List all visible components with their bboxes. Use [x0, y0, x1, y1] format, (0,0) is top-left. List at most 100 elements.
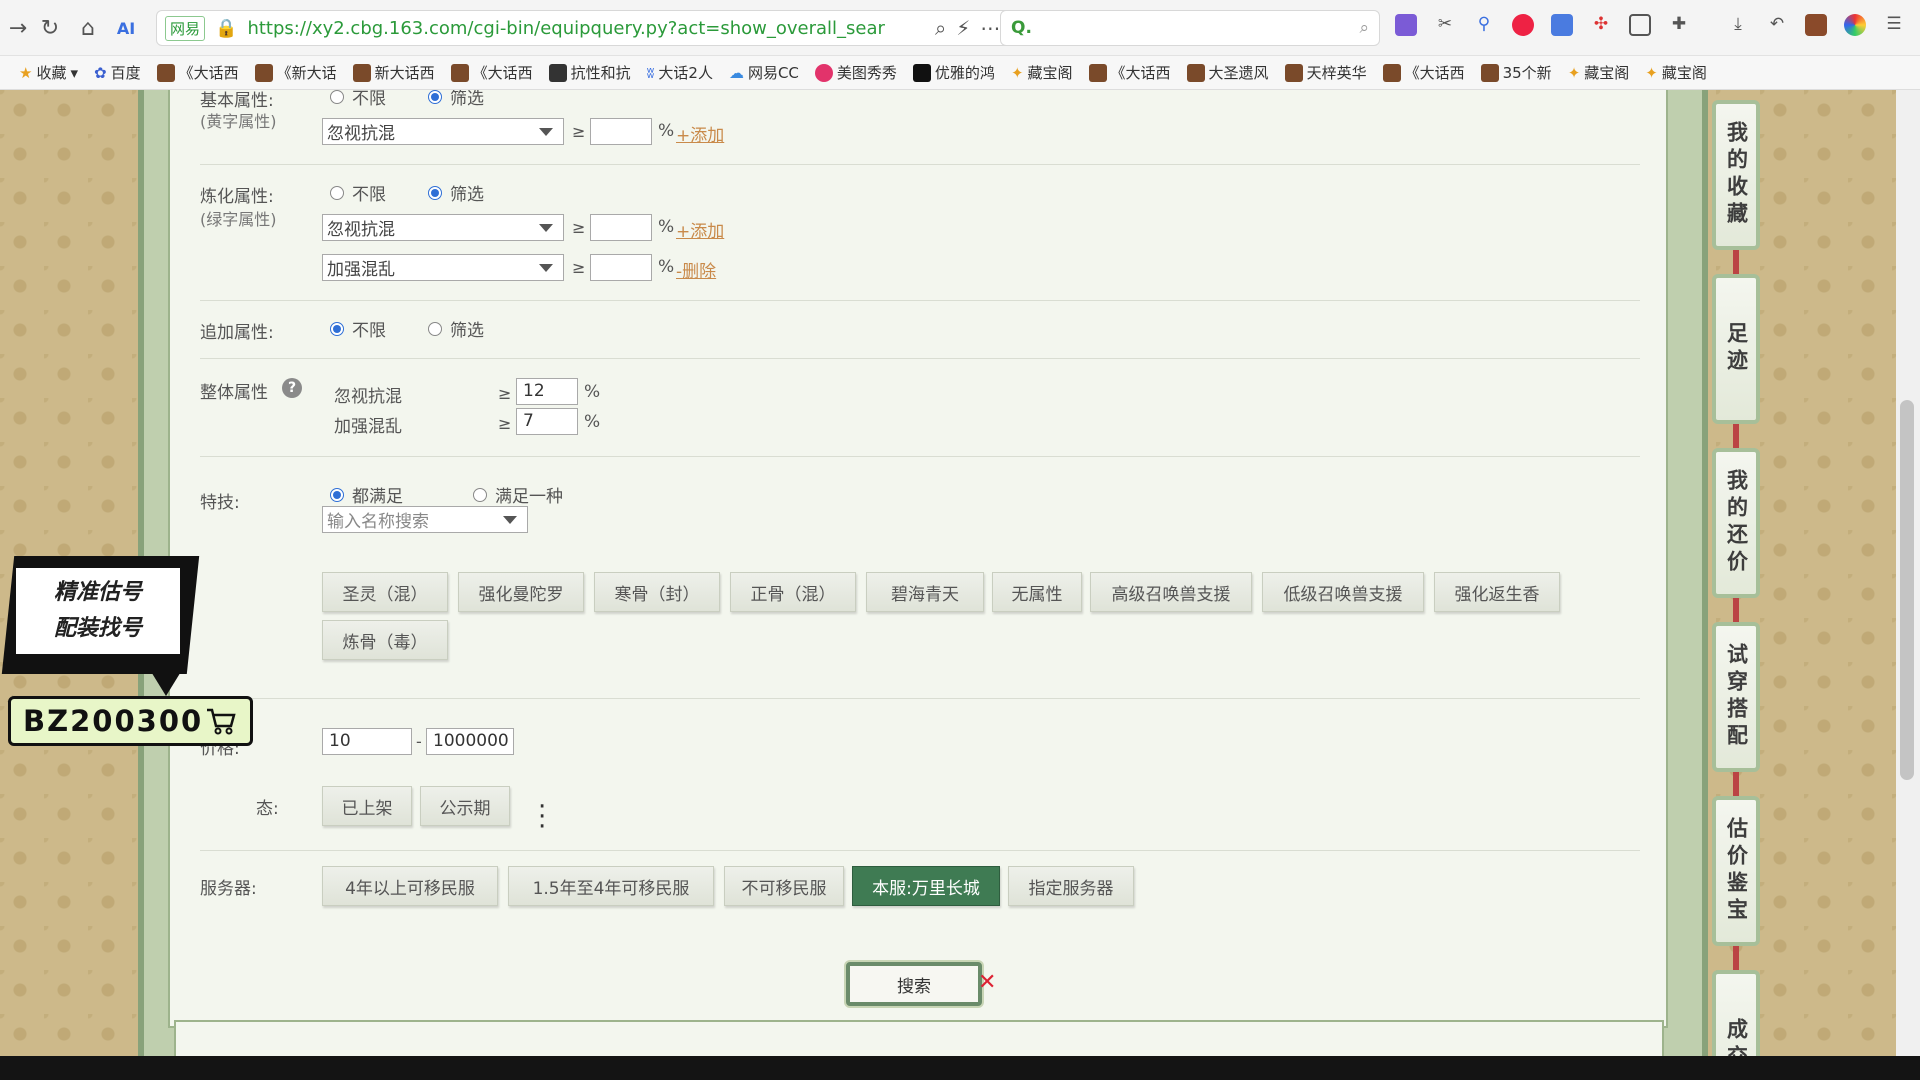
bookmark-item[interactable]: 《大话西 [152, 62, 244, 83]
overall-value-input[interactable]: 12 [516, 378, 578, 405]
bookmark-item[interactable]: 新大话西 [348, 62, 440, 83]
skill-tag-button[interactable]: 无属性 [992, 572, 1082, 612]
help-icon[interactable]: ? [282, 378, 302, 398]
skill-tag-button[interactable]: 寒骨（封） [594, 572, 720, 612]
radio-dot[interactable] [330, 90, 344, 104]
briefcase-icon[interactable] [1805, 14, 1827, 36]
basic-attr-value-input[interactable] [590, 118, 652, 145]
home-icon[interactable]: ⌂ [70, 10, 106, 46]
refine-add-link[interactable]: +添加 [676, 217, 724, 242]
bookmark-item[interactable]: ✦ 藏宝阁 [1563, 62, 1635, 83]
radio-dot[interactable] [428, 185, 442, 200]
bookmark-item[interactable]: 35个新 [1476, 62, 1557, 83]
extra-radio-filter[interactable]: 筛选 [428, 316, 484, 341]
refine-attr-select-2[interactable]: 加强混乱 [322, 254, 564, 281]
side-nav-favorites[interactable]: 我的收藏 [1712, 100, 1760, 250]
bookmark-item[interactable]: ★ 收藏 ▾ [14, 62, 83, 83]
bookmark-item[interactable]: 天梓英华 [1280, 62, 1372, 83]
window-ext-icon[interactable] [1629, 14, 1651, 36]
bookmark-item[interactable]: 大圣遗风 [1182, 62, 1274, 83]
bookmark-item[interactable]: ✦ 藏宝阁 [1006, 62, 1078, 83]
skill-tag-button[interactable]: 碧海青天 [866, 572, 984, 612]
search-button[interactable]: 搜索 [846, 962, 982, 1006]
status-button[interactable]: 公示期 [420, 786, 510, 826]
radio-dot[interactable] [330, 321, 344, 336]
bookmark-item[interactable]: 《大话西 [1378, 62, 1470, 83]
address-bar[interactable]: 网易 🔒 https://xy2.cbg.163.com/cgi-bin/equ… [156, 10, 1036, 46]
basic-radio-filter[interactable]: 筛选 [428, 90, 484, 109]
skill-tag-button[interactable]: 低级召唤兽支援 [1262, 572, 1424, 612]
status-button[interactable]: 已上架 [322, 786, 412, 826]
undo-icon[interactable]: ↶ [1766, 14, 1788, 36]
lightning-icon[interactable]: ⚡ [956, 16, 970, 40]
side-nav-bargain[interactable]: 我的还价 [1712, 448, 1760, 598]
radio-dot[interactable] [330, 185, 344, 200]
bookmark-item[interactable]: ʬ 大话2人 [642, 62, 718, 83]
bookmark-item[interactable]: 《新大话 [250, 62, 342, 83]
radio-dot[interactable] [330, 487, 344, 502]
menu-icon[interactable]: ☰ [1883, 14, 1905, 36]
bookmark-item[interactable]: 美图秀秀 [810, 62, 902, 83]
radio-dot[interactable] [473, 487, 487, 502]
side-nav-appraisal[interactable]: 估价鉴宝 [1712, 796, 1760, 946]
skill-radio-all[interactable]: 都满足 [330, 482, 403, 507]
bookmark-item[interactable]: 抗性和抗 [544, 62, 636, 83]
browser-search-box[interactable]: Q. ⌕ [1000, 10, 1380, 46]
refine-attr-value-input-1[interactable] [590, 214, 652, 241]
refine-radio-filter[interactable]: 筛选 [428, 180, 484, 205]
extra-radio-any[interactable]: 不限 [330, 316, 386, 341]
ai-icon[interactable]: AI [108, 10, 144, 46]
reload-icon[interactable]: ↻ [32, 10, 68, 46]
skill-tag-button[interactable]: 强化返生香 [1434, 572, 1560, 612]
server-button[interactable]: 指定服务器 [1008, 866, 1134, 906]
bookmark-item[interactable]: ☁ 网易CC [724, 62, 804, 83]
bookmark-item[interactable]: 《大话西 [1084, 62, 1176, 83]
basic-add-link[interactable]: +添加 [676, 121, 724, 146]
puzzle-icon[interactable]: ✚ [1668, 14, 1690, 36]
server-button[interactable]: 4年以上可移民服 [322, 866, 498, 906]
skill-tag-button[interactable]: 高级召唤兽支援 [1090, 572, 1252, 612]
bookmark-item[interactable]: ✿ 百度 [89, 62, 146, 83]
overall-value-input[interactable]: 7 [516, 408, 578, 435]
server-button-active[interactable]: 本服:万里长城 [852, 866, 1000, 906]
price-max-input[interactable]: 1000000 [426, 728, 514, 755]
skill-tag-button[interactable]: 圣灵（混） [322, 572, 448, 612]
server-button[interactable]: 1.5年至4年可移民服 [508, 866, 714, 906]
translate-ext-icon[interactable] [1395, 14, 1417, 36]
side-nav-history[interactable]: 足迹 [1712, 274, 1760, 424]
refine-attr-value-input-2[interactable] [590, 254, 652, 281]
bookmark-item[interactable]: 《大话西 [446, 62, 538, 83]
refine-delete-link[interactable]: -删除 [676, 257, 716, 282]
skill-tag-button[interactable]: 炼骨（毒） [322, 620, 448, 660]
mail-ext-icon[interactable] [1551, 14, 1573, 36]
more-icon[interactable]: ⋯ [980, 16, 1000, 40]
profile-icon[interactable] [1844, 14, 1866, 36]
price-min-input[interactable]: 10 [322, 728, 412, 755]
refine-attr-select-1[interactable]: 忽视抗混 [322, 214, 564, 241]
grid-ext-icon[interactable]: ✣ [1590, 14, 1612, 36]
bookmark-item[interactable]: ✦ 藏宝阁 [1640, 62, 1712, 83]
download-icon[interactable]: ⤓ [1727, 14, 1749, 36]
basic-radio-any[interactable]: 不限 [330, 90, 386, 109]
radio-dot[interactable] [428, 321, 442, 336]
radio-dot[interactable] [428, 90, 442, 104]
url-text[interactable]: https://xy2.cbg.163.com/cgi-bin/equipque… [247, 18, 925, 39]
skill-radio-one[interactable]: 满足一种 [473, 482, 563, 507]
forward-arrow-icon[interactable]: → [0, 10, 36, 46]
skill-tag-button[interactable]: 强化曼陀罗 [458, 572, 584, 612]
scissors-icon[interactable]: ✂ [1434, 14, 1456, 36]
basic-attr-select[interactable]: 忽视抗混 [322, 118, 564, 145]
skill-tag-button[interactable]: 正骨（混） [730, 572, 856, 612]
kebab-menu-icon[interactable]: · · · [538, 794, 546, 840]
skill-search-select[interactable]: 输入名称搜索 [322, 506, 528, 533]
side-nav-deals[interactable]: 成交 [1712, 970, 1760, 1056]
magnifier-ext-icon[interactable]: ⚲ [1473, 14, 1495, 36]
bookmark-item[interactable]: 优雅的鸿 [908, 62, 1000, 83]
scrollbar-thumb[interactable] [1900, 400, 1914, 780]
search-icon[interactable]: ⌕ [1359, 18, 1369, 38]
refine-radio-any[interactable]: 不限 [330, 180, 386, 205]
eye-ext-icon[interactable] [1512, 14, 1534, 36]
zoom-icon[interactable]: ⌕ [935, 16, 946, 40]
vertical-scrollbar[interactable] [1896, 90, 1920, 1056]
server-button[interactable]: 不可移民服 [724, 866, 844, 906]
